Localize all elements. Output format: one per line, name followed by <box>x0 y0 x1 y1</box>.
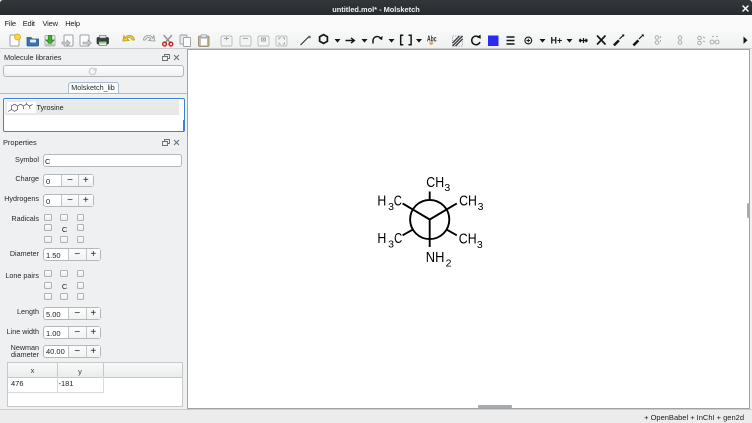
svg-text:C: C <box>394 194 402 210</box>
svg-text:3: 3 <box>478 201 484 213</box>
svg-text:C: C <box>394 231 402 247</box>
svg-text:H: H <box>377 231 386 247</box>
svg-text:NH: NH <box>426 250 445 266</box>
svg-text:CH: CH <box>459 232 477 248</box>
svg-text:2: 2 <box>446 258 452 270</box>
svg-text:3: 3 <box>444 182 450 194</box>
svg-text:CH: CH <box>426 175 444 191</box>
svg-text:H: H <box>377 194 386 210</box>
svg-text:H+: H+ <box>551 36 563 46</box>
svg-text:CH: CH <box>459 194 477 210</box>
svg-text:Abc: Abc <box>427 35 437 44</box>
svg-text:3: 3 <box>477 239 483 251</box>
